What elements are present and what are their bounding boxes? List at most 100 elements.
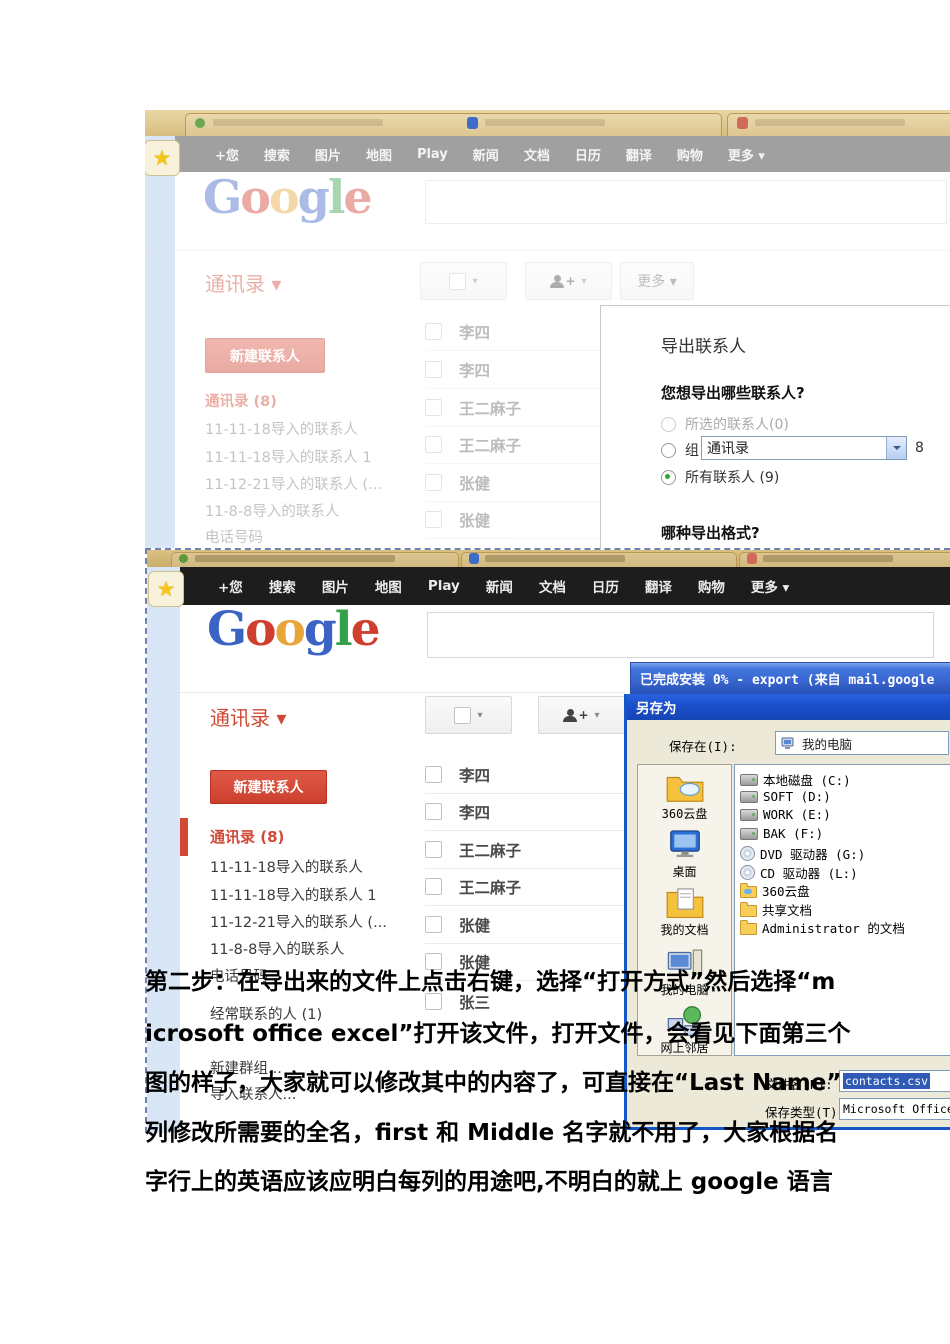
- radio-icon[interactable]: [661, 442, 676, 458]
- file-item[interactable]: BAK (F:): [740, 826, 823, 841]
- row-checkbox[interactable]: [425, 841, 442, 858]
- sidebar-item-contacts[interactable]: 通讯录 (8): [210, 826, 284, 847]
- file-item[interactable]: 本地磁盘 (C:): [740, 770, 851, 789]
- new-contact-button[interactable]: 新建联系人: [205, 338, 325, 373]
- logo-letter: g: [297, 170, 330, 224]
- nav-item-calendar[interactable]: 日历: [592, 576, 619, 596]
- folder-icon: [740, 902, 757, 917]
- logo-letter: l: [334, 602, 353, 657]
- chevron-down-icon: ▾: [594, 709, 600, 721]
- add-contact-button[interactable]: + ▾: [525, 262, 612, 300]
- contact-name: 李四: [459, 803, 491, 822]
- bookmark-star-icon[interactable]: ★: [148, 571, 184, 607]
- chevron-down-icon: ▾: [477, 709, 483, 721]
- contact-name: 张健: [459, 511, 491, 530]
- row-checkbox[interactable]: [425, 916, 442, 933]
- new-contact-label: 新建联系人: [233, 780, 304, 796]
- nav-item-images[interactable]: 图片: [322, 576, 349, 596]
- nav-item-you[interactable]: +您: [218, 576, 243, 596]
- filetype-field[interactable]: Microsoft Office E: [839, 1098, 950, 1120]
- new-contact-button[interactable]: 新建联系人: [210, 770, 327, 804]
- option-group[interactable]: 组: [661, 440, 699, 460]
- search-input[interactable]: [427, 612, 934, 658]
- sidebar-item-contacts[interactable]: 通讯录 (8): [205, 390, 277, 411]
- row-checkbox[interactable]: [425, 511, 442, 528]
- nav-item-translate[interactable]: 翻译: [645, 576, 672, 596]
- row-checkbox[interactable]: [425, 399, 442, 416]
- save-in-select[interactable]: 我的电脑: [775, 731, 949, 755]
- contacts-dropdown[interactable]: 通讯录 ▾: [205, 268, 281, 297]
- body-text-line: 字行上的英语应该应明白每列的用途吧,不明白的就上 google 语言: [145, 1169, 833, 1195]
- tab-title-smudge: [763, 555, 893, 562]
- chevron-down-icon: ▾: [472, 275, 478, 287]
- sidebar-item-import-group[interactable]: 11-12-21导入的联系人 (...: [205, 473, 382, 494]
- file-item[interactable]: SOFT (D:): [740, 789, 831, 804]
- row-checkbox[interactable]: [425, 436, 442, 453]
- nav-item-search[interactable]: 搜索: [269, 576, 296, 596]
- row-checkbox[interactable]: [425, 323, 442, 340]
- sidebar-item-import-group[interactable]: 11-11-18导入的联系人: [210, 856, 363, 877]
- sidebar-item-phone-numbers[interactable]: 电话号码: [205, 526, 263, 547]
- add-contact-button[interactable]: + ▾: [538, 696, 625, 734]
- place-my-documents[interactable]: 我的文档: [638, 885, 731, 938]
- row-checkbox[interactable]: [425, 361, 442, 378]
- export-contacts-dialog: 导出联系人 您想导出哪些联系人? 所选的联系人(0) 组 通讯录 8 所有联系人…: [600, 305, 950, 548]
- dropdown-arrow-icon[interactable]: [886, 437, 906, 459]
- desktop-icon: [669, 830, 700, 858]
- contacts-dropdown[interactable]: 通讯录 ▾: [210, 702, 286, 731]
- file-item[interactable]: 360云盘: [740, 881, 810, 900]
- select-all-checkbox-button[interactable]: ▾: [420, 262, 507, 300]
- chevron-down-icon: ▾: [581, 275, 587, 287]
- file-label: 共享文档: [762, 903, 813, 918]
- place-label: 我的文档: [660, 923, 709, 937]
- file-item[interactable]: 共享文档: [740, 900, 812, 919]
- nav-item-shopping[interactable]: 购物: [698, 576, 725, 596]
- sidebar-item-import-group[interactable]: 11-12-21导入的联系人 (...: [210, 911, 387, 932]
- filetype-value: Microsoft Office E: [843, 1102, 950, 1116]
- google-logo: Google: [203, 170, 373, 224]
- group-select[interactable]: 通讯录: [701, 436, 907, 460]
- sidebar-item-import-group[interactable]: 11-11-18导入的联系人 1: [205, 446, 372, 467]
- nav-item-play[interactable]: Play: [428, 578, 460, 594]
- file-item[interactable]: Administrator 的文档: [740, 918, 905, 937]
- optical-drive-icon: [740, 846, 755, 861]
- select-all-checkbox-button[interactable]: ▾: [425, 696, 512, 734]
- search-input[interactable]: [425, 180, 947, 224]
- filename-field[interactable]: contacts.csv: [839, 1070, 950, 1092]
- file-label: 360云盘: [762, 884, 810, 899]
- nav-item-more[interactable]: 更多 ▾: [751, 576, 789, 596]
- bookmark-star-icon[interactable]: ★: [145, 140, 180, 176]
- file-item[interactable]: CD 驱动器 (L:): [740, 863, 858, 882]
- save-as-titlebar[interactable]: 另存为: [627, 694, 950, 720]
- sidebar-item-import-group[interactable]: 11-8-8导入的联系人: [210, 938, 344, 959]
- more-actions-button[interactable]: 更多 ▾: [620, 262, 694, 300]
- group-select-value: 通讯录: [707, 441, 749, 457]
- logo-letter: o: [245, 602, 276, 657]
- tab-favicon-icon: [469, 553, 479, 564]
- google-logo: Google: [207, 602, 380, 657]
- sidebar-item-import-group[interactable]: 11-11-18导入的联系人: [205, 418, 358, 439]
- sidebar-item-import-group[interactable]: 11-8-8导入的联系人: [205, 500, 339, 521]
- nav-item-docs[interactable]: 文档: [539, 576, 566, 596]
- row-checkbox[interactable]: [425, 474, 442, 491]
- nav-item-news[interactable]: 新闻: [486, 576, 513, 596]
- place-360-cloud[interactable]: 360云盘: [638, 771, 731, 822]
- row-checkbox[interactable]: [425, 803, 442, 820]
- sidebar-item-import-group[interactable]: 11-11-18导入的联系人 1: [210, 884, 377, 905]
- option-all-contacts[interactable]: 所有联系人 (9): [661, 467, 779, 487]
- row-checkbox[interactable]: [425, 878, 442, 895]
- hard-disk-icon: [740, 827, 758, 840]
- radio-icon-checked[interactable]: [661, 469, 676, 485]
- option-selected-contacts[interactable]: 所选的联系人(0): [661, 414, 789, 434]
- body-text-line: icrosoft office excel”打开该文件，打开文件，会看见下面第三…: [145, 1021, 851, 1047]
- place-label: 360云盘: [661, 807, 708, 821]
- place-desktop[interactable]: 桌面: [638, 827, 731, 880]
- row-checkbox[interactable]: [425, 766, 442, 783]
- file-item[interactable]: WORK (E:): [740, 807, 831, 822]
- download-window-titlebar[interactable]: 已完成安装 0% - export (来自 mail.google: [630, 662, 950, 695]
- active-group-marker: [180, 818, 188, 856]
- radio-icon[interactable]: [661, 416, 676, 432]
- nav-item-maps[interactable]: 地图: [375, 576, 402, 596]
- file-item[interactable]: DVD 驱动器 (G:): [740, 844, 865, 863]
- folder-icon: [740, 920, 757, 935]
